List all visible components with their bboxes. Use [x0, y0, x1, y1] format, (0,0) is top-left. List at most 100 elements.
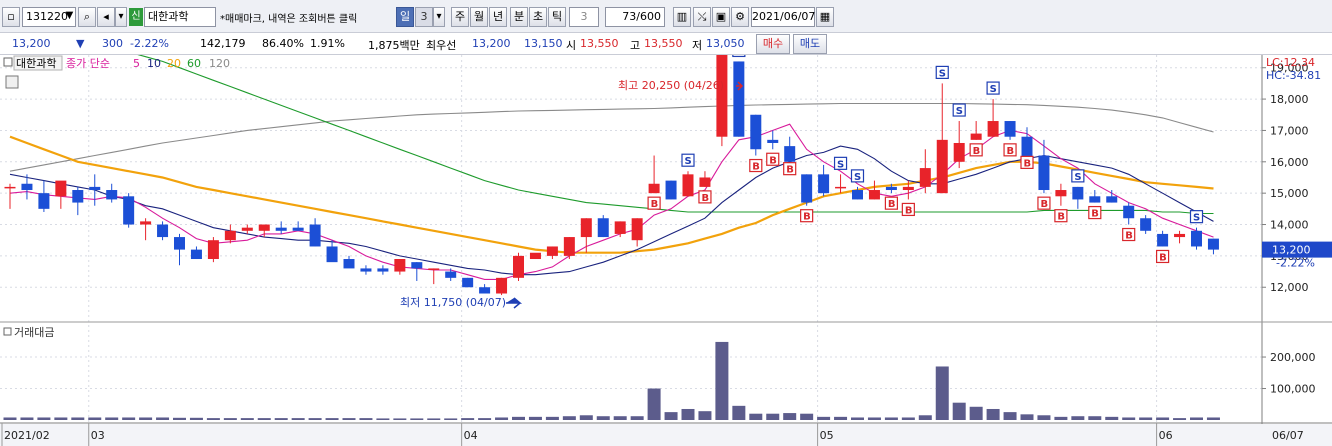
tick-count-field[interactable]: 3 — [569, 7, 599, 27]
period-count-dropdown-icon[interactable]: ▾ — [433, 7, 445, 27]
legend-ma10: 10 — [147, 57, 161, 70]
settings-gear-icon[interactable]: ⚙ — [731, 7, 749, 27]
volume-bar — [122, 417, 136, 420]
candle-body — [665, 180, 677, 200]
calendar-icon[interactable]: ▦ — [816, 7, 834, 27]
volume-bar — [376, 418, 390, 420]
sell-marker-letter: S — [685, 156, 692, 167]
volume-bar — [884, 417, 898, 420]
candle-body — [580, 218, 592, 238]
candle-body — [1021, 136, 1033, 159]
volume-bar — [1020, 414, 1034, 420]
candle-body — [207, 240, 219, 260]
volume-bar — [1088, 416, 1102, 420]
volume-bar — [173, 417, 186, 420]
volume-bar — [342, 418, 356, 420]
candle-body — [1123, 205, 1135, 219]
candle-body — [309, 224, 321, 247]
volume-bar — [20, 417, 34, 420]
volume-bar — [478, 418, 492, 420]
period-second-button[interactable]: 초 — [529, 7, 547, 27]
buy-marker-letter: B — [1159, 252, 1167, 263]
volume-bar — [749, 413, 763, 420]
data-table-icon[interactable] — [5, 75, 19, 89]
period-minute-button[interactable]: 분 — [510, 7, 528, 27]
volume-bar — [1105, 416, 1119, 420]
legend-stock-name: 대한과학 — [16, 57, 56, 70]
volume-bar — [1122, 417, 1136, 420]
quote-bar: 13,200 ▼ 300 -2.22% 142,179 86.40% 1.91%… — [0, 33, 1332, 55]
buy-marker-letter: B — [803, 212, 811, 223]
period-count-field[interactable]: 3 — [415, 7, 433, 27]
candle-body — [275, 227, 287, 231]
candle-body — [462, 277, 474, 288]
volume-bar — [715, 341, 729, 420]
price-chart[interactable]: BSBSBBBBSSBBSSBSBBBBSBBBS 20,00019,00018… — [0, 23, 1332, 446]
volume-bar — [461, 418, 475, 420]
sell-marker-letter: S — [854, 172, 861, 183]
new-listing-badge: 신 — [129, 8, 143, 26]
x-axis-band — [0, 424, 1332, 446]
candle-body — [648, 183, 660, 194]
candle-body — [818, 174, 830, 194]
sell-marker-letter: S — [939, 68, 946, 79]
candle-body — [682, 174, 694, 197]
period-month-button[interactable]: 월 — [470, 7, 488, 27]
volume-bar — [495, 417, 509, 420]
candle-body — [919, 168, 931, 187]
candle-body — [1038, 155, 1050, 191]
volume-bar — [1054, 416, 1068, 420]
price-tick-label: 17,000 — [1270, 124, 1309, 137]
period-day-button[interactable]: 일 — [396, 7, 414, 27]
chart-type-icon[interactable]: ▥ — [673, 7, 691, 27]
tick-count-value: 3 — [580, 10, 588, 23]
candle-body — [513, 255, 524, 278]
search-icon[interactable]: ⌕ — [78, 7, 96, 27]
buy-marker-letter: B — [1024, 158, 1032, 169]
date-field[interactable]: 2021/06/07 — [751, 7, 815, 27]
sell-marker-letter: S — [1193, 213, 1200, 224]
candle-body — [868, 190, 880, 200]
candle-body — [953, 142, 965, 162]
price-change-pct: -2.22% — [130, 37, 169, 50]
page-counter-value: 73/600 — [622, 10, 661, 23]
trade-amount: 1,875백만 — [368, 39, 420, 52]
candle-body — [343, 259, 355, 269]
candle-body — [292, 227, 304, 231]
sell-button[interactable]: 매도 — [793, 34, 827, 54]
legend-ma-label: 종가 단순 — [66, 57, 110, 70]
period-week-button[interactable]: 주 — [451, 7, 469, 27]
buy-button[interactable]: 매수 — [756, 34, 790, 54]
volume-bar — [817, 416, 831, 420]
volume-ratio: 86.40% — [262, 37, 304, 50]
candle-body — [546, 246, 558, 256]
volume-bar — [851, 417, 864, 420]
x-tick-label: 04 — [464, 429, 478, 442]
prev-stock-icon[interactable]: ◂ — [97, 7, 115, 27]
volume-bar — [325, 418, 339, 420]
volume-bar — [1190, 417, 1203, 420]
layout-icon[interactable]: ▫ — [2, 7, 20, 27]
candle-body — [4, 186, 16, 189]
chart-area[interactable]: BSBSBBBBSSBBSSBSBBBBSBBBS 20,00019,00018… — [0, 23, 1332, 446]
next-stock-icon[interactable]: ▾ — [115, 7, 127, 27]
candle-body — [224, 230, 236, 241]
volume-bar — [139, 417, 153, 420]
stock-name-field[interactable]: 대한과학 — [144, 7, 216, 27]
candle-body — [157, 224, 169, 238]
period-year-button[interactable]: 년 — [489, 7, 507, 27]
save-icon[interactable]: ▣ — [712, 7, 730, 27]
candle-body — [411, 262, 423, 269]
volume-bar — [732, 405, 746, 420]
volume: 142,179 — [200, 37, 246, 50]
turnover-rate: 1.91% — [310, 37, 345, 50]
best-quote-label: 최우선 — [426, 39, 457, 52]
period-tick-button[interactable]: 틱 — [548, 7, 566, 27]
volume-bar — [613, 416, 627, 420]
x-tick-label: 2021/02 — [4, 429, 50, 442]
indicator-icon[interactable]: ⤯ — [693, 7, 711, 27]
volume-bar — [647, 388, 661, 420]
sell-marker-letter: S — [990, 84, 997, 95]
price-tick-label: 18,000 — [1270, 93, 1309, 106]
code-dropdown-icon[interactable]: ▼ — [63, 7, 76, 27]
